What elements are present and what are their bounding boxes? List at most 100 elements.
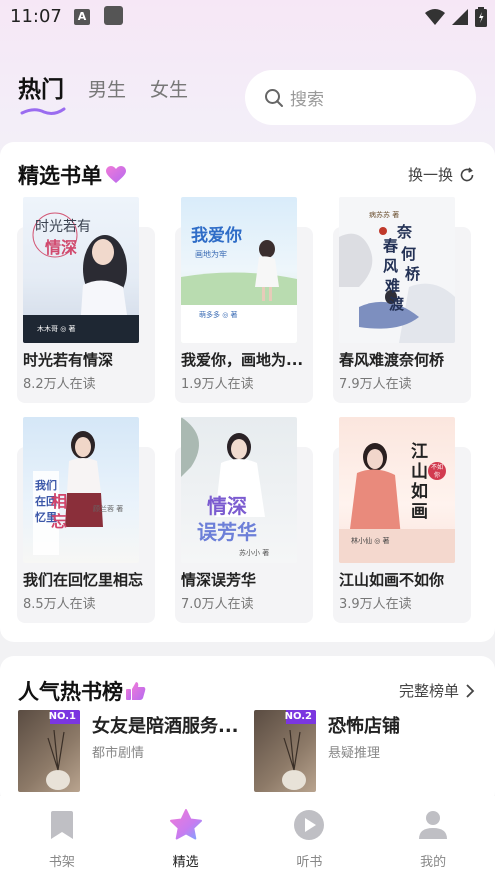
rank-title: 女友是陪酒服务... (92, 716, 239, 737)
svg-text:情深: 情深 (207, 494, 247, 518)
book-title: 情深误芳华 (181, 571, 257, 589)
rank-genre: 都市剧情 (92, 746, 145, 761)
cover-art: 时光若有 情深 木木哥 ◎ 著 (23, 212, 139, 343)
refresh-button[interactable]: 换一换 (408, 164, 475, 185)
book-title: 时光若有情深 (23, 351, 114, 369)
svg-text:不如: 不如 (431, 463, 443, 471)
ranking-item[interactable]: NO.2 恐怖店铺 悬疑推理 (254, 710, 484, 792)
featured-booklist-card: 精选书单 换一换 时光若有 情深 木木哥 ◎ 著 时光若有情深 8.2万人在读 (0, 142, 495, 642)
svg-text:难: 难 (384, 277, 400, 295)
svg-text:江: 江 (411, 442, 428, 462)
svg-text:时光若有: 时光若有 (35, 219, 91, 235)
search-input[interactable]: 搜索 (245, 70, 476, 125)
svg-text:桥: 桥 (405, 265, 421, 283)
category-tabs: 热门 男生 女生 (18, 76, 212, 115)
tab-male-label: 男生 (88, 79, 127, 101)
svg-text:画: 画 (411, 502, 428, 522)
svg-text:如: 如 (411, 481, 428, 502)
nav-profile[interactable]: 我的 (371, 796, 495, 880)
svg-text:相: 相 (51, 492, 67, 511)
refresh-label: 换一换 (407, 166, 453, 184)
svg-text:风: 风 (383, 257, 398, 275)
svg-text:何: 何 (401, 245, 416, 263)
featured-section-title: 精选书单 (18, 160, 127, 190)
nav-featured[interactable]: 精选 (124, 796, 248, 880)
refresh-icon (460, 166, 474, 181)
svg-text:情深: 情深 (45, 238, 77, 257)
rank-cover-art (46, 710, 80, 790)
book-cover: 奈 春 何 风 桥 难 渡 病苏苏 著 (339, 197, 455, 343)
book-readers: 3.9万人在读 (339, 597, 412, 612)
ranking-card: 人气热书榜 完整榜单 NO.1 女友是陪酒服务... 都市剧情 NO.2 恐怖店… (0, 656, 495, 806)
tab-male[interactable]: 男生 (88, 76, 126, 104)
rank-badge: NO.1 (48, 711, 76, 722)
svg-text:木木哥 ◎ 著: 木木哥 ◎ 著 (37, 324, 76, 333)
nav-profile-label: 我的 (420, 855, 447, 870)
tab-hot[interactable]: 热门 (18, 76, 66, 115)
book-readers: 8.2万人在读 (23, 377, 96, 392)
nav-audiobook[interactable]: 听书 (248, 796, 372, 880)
cover-art: 我爱你 画地为牢 萌多多 ◎ 著 (181, 225, 297, 343)
rank-cover: NO.2 (254, 710, 316, 792)
ranking-section-title: 人气热书榜 (18, 676, 147, 706)
status-bar: 11:07 A (0, 0, 495, 36)
full-ranking-label: 完整榜单 (398, 682, 459, 700)
book-cover: 我们 在回 忆里 相 忘 顾兰蓉 著 (23, 417, 139, 563)
search-placeholder: 搜索 (290, 90, 324, 110)
book-cover: 时光若有 情深 木木哥 ◎ 著 (23, 197, 139, 343)
book-title: 江山如画不如你 (339, 571, 445, 589)
cover-art: 江 山 如 画 不如 你 林小仙 ◎ 著 (339, 442, 455, 563)
svg-text:苏小小 著: 苏小小 著 (239, 548, 269, 557)
svg-text:我爱你: 我爱你 (191, 225, 242, 246)
tab-female[interactable]: 女生 (150, 76, 188, 104)
thumbs-up-icon (126, 682, 146, 700)
play-icon (294, 810, 325, 840)
book-cover: 我爱你 画地为牢 萌多多 ◎ 著 (181, 197, 297, 343)
star-icon (169, 809, 202, 840)
svg-text:春: 春 (383, 237, 398, 255)
cover-art: 情深 误芳华 苏小小 著 (181, 417, 269, 557)
book-readers: 7.9万人在读 (339, 377, 412, 392)
notification-square-icon (104, 6, 123, 25)
svg-text:渡: 渡 (389, 295, 405, 313)
svg-text:萌多多 ◎ 著: 萌多多 ◎ 著 (199, 310, 238, 319)
book-readers: 8.5万人在读 (23, 597, 96, 612)
svg-text:你: 你 (434, 471, 440, 479)
tab-hot-label: 热门 (18, 77, 64, 103)
book-cover: 情深 误芳华 苏小小 著 (181, 417, 297, 563)
svg-text:我们: 我们 (35, 478, 57, 492)
rank-cover: NO.1 (18, 710, 80, 792)
cover-art: 奈 春 何 风 桥 难 渡 病苏苏 著 (339, 210, 455, 343)
nav-featured-label: 精选 (172, 855, 199, 870)
active-tab-underline (20, 107, 66, 115)
full-ranking-link[interactable]: 完整榜单 (399, 680, 475, 701)
wifi-icon (425, 9, 445, 25)
featured-title-text: 精选书单 (18, 164, 102, 188)
svg-text:病苏苏 著: 病苏苏 著 (369, 210, 399, 219)
rank-cover-art (282, 710, 316, 790)
heart-icon (106, 166, 126, 183)
cover-art: 我们 在回 忆里 相 忘 顾兰蓉 著 (33, 431, 123, 555)
status-time: 11:07 (10, 6, 62, 27)
svg-text:顾兰蓉 著: 顾兰蓉 著 (93, 504, 123, 513)
svg-text:忘: 忘 (51, 512, 67, 531)
svg-text:林小仙 ◎ 著: 林小仙 ◎ 著 (351, 536, 390, 545)
signal-icon (452, 9, 468, 25)
svg-text:山: 山 (411, 462, 428, 482)
bookmark-icon (50, 811, 73, 839)
notification-a-icon: A (74, 9, 90, 25)
nav-bookshelf[interactable]: 书架 (0, 796, 124, 880)
book-readers: 1.9万人在读 (181, 377, 254, 392)
book-title: 我们在回忆里相忘 (23, 571, 144, 589)
battery-icon (475, 7, 487, 27)
book-title: 春风难渡奈何桥 (339, 351, 445, 369)
nav-bookshelf-label: 书架 (48, 855, 75, 870)
bottom-nav: 书架 精选 听书 我的 (0, 796, 495, 880)
ranking-item[interactable]: NO.1 女友是陪酒服务... 都市剧情 (18, 710, 248, 792)
svg-text:画地为牢: 画地为牢 (195, 249, 227, 259)
svg-text:误芳华: 误芳华 (197, 520, 257, 544)
rank-badge: NO.2 (284, 711, 312, 722)
book-readers: 7.0万人在读 (181, 597, 254, 612)
chevron-right-icon (466, 683, 475, 698)
svg-text:奈: 奈 (396, 223, 413, 241)
